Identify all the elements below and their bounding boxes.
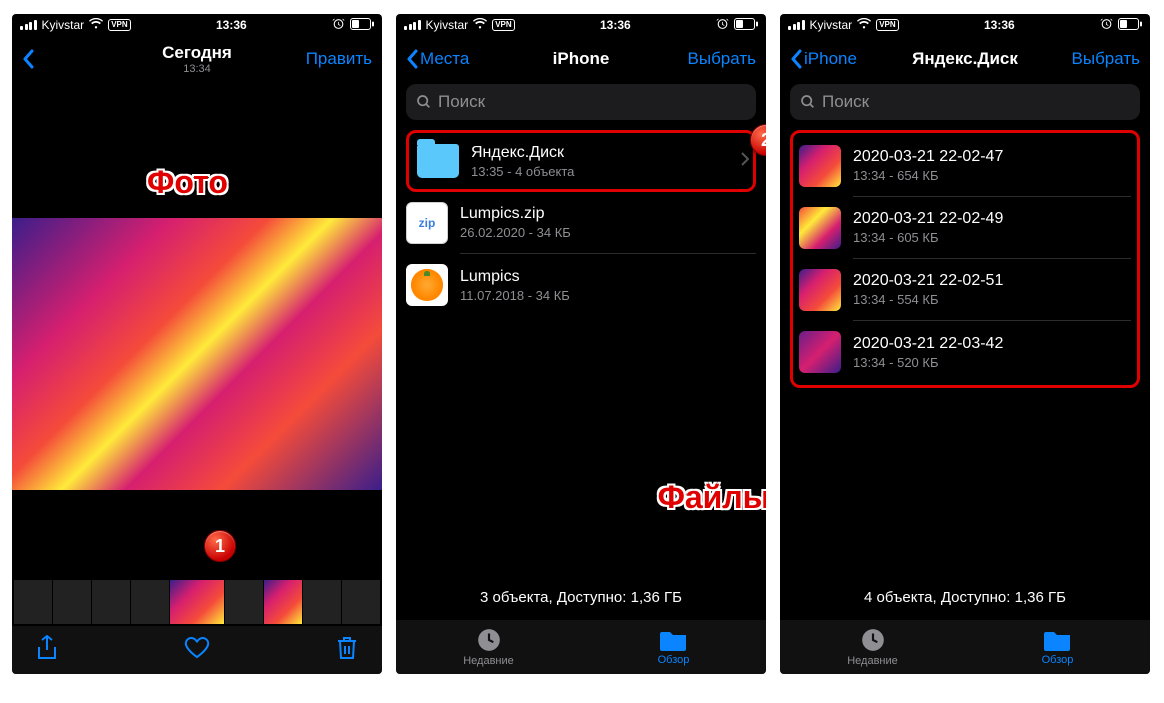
alarm-icon <box>716 17 729 33</box>
image-thumbnail <box>799 331 841 373</box>
clock-icon <box>476 627 502 653</box>
tab-browse[interactable]: Обзор <box>965 620 1150 674</box>
file-name: Lumpics.zip <box>460 205 756 223</box>
tab-browse[interactable]: Обзор <box>581 620 766 674</box>
nav-bar: Сегодня 13:34 Править <box>12 36 382 82</box>
file-row[interactable]: 2020-03-21 22-02-51 13:34 - 554 КБ <box>799 259 1131 321</box>
status-bar: Kyivstar VPN 13:36 <box>780 14 1150 36</box>
file-meta: 13:34 - 654 КБ <box>853 168 1131 183</box>
search-icon <box>800 94 816 110</box>
file-row[interactable]: 2020-03-21 22-02-49 13:34 - 605 КБ <box>799 197 1131 259</box>
file-name: 2020-03-21 22-02-51 <box>853 272 1131 290</box>
search-input[interactable]: Поиск <box>406 84 756 120</box>
storage-summary: 3 объекта, Доступно: 1,36 ГБ <box>396 579 766 620</box>
select-button[interactable]: Выбрать <box>688 49 756 69</box>
edit-button[interactable]: Править <box>306 49 372 69</box>
wifi-icon <box>857 18 871 32</box>
vpn-badge: VPN <box>492 19 514 31</box>
carrier-label: Kyivstar <box>42 18 85 32</box>
tab-recent[interactable]: Недавние <box>396 620 581 674</box>
back-label: Места <box>420 49 469 69</box>
file-meta: 26.02.2020 - 34 КБ <box>460 225 756 240</box>
carrier-label: Kyivstar <box>426 18 469 32</box>
wifi-icon <box>473 18 487 32</box>
search-placeholder: Поиск <box>438 92 485 112</box>
file-name: 2020-03-21 22-02-49 <box>853 210 1131 228</box>
vpn-badge: VPN <box>876 19 898 31</box>
photo-thumbnail-strip[interactable] <box>12 578 382 626</box>
image-thumbnail <box>799 269 841 311</box>
search-placeholder: Поиск <box>822 92 869 112</box>
file-meta: 13:34 - 520 КБ <box>853 355 1131 370</box>
file-meta: 13:35 - 4 объекта <box>471 164 745 179</box>
file-name: Яндекс.Диск <box>471 144 745 162</box>
file-meta: 13:34 - 605 КБ <box>853 230 1131 245</box>
clock: 13:36 <box>216 18 247 32</box>
alarm-icon <box>1100 17 1113 33</box>
file-row[interactable]: zip Lumpics.zip 26.02.2020 - 34 КБ <box>406 192 756 254</box>
clock: 13:36 <box>600 18 631 32</box>
chevron-right-icon <box>741 152 749 171</box>
tab-bar: Недавние Обзор <box>780 620 1150 674</box>
share-icon[interactable] <box>36 635 58 666</box>
file-name: 2020-03-21 22-03-42 <box>853 335 1131 353</box>
back-button[interactable]: iPhone <box>790 49 965 69</box>
zip-icon: zip <box>406 202 448 244</box>
file-list: Яндекс.Диск 13:35 - 4 объекта zip Lumpic… <box>396 130 766 579</box>
signal-icon <box>788 20 805 30</box>
screen-photos: Kyivstar VPN 13:36 Сегодня 13:34 Править <box>12 14 382 674</box>
carrier-label: Kyivstar <box>810 18 853 32</box>
image-thumbnail <box>799 145 841 187</box>
screen-files-iphone: Kyivstar VPN 13:36 Места iPhone Выбрать … <box>396 14 766 674</box>
search-input[interactable]: Поиск <box>790 84 1140 120</box>
clock: 13:36 <box>984 18 1015 32</box>
photo-main[interactable] <box>12 218 382 490</box>
trash-icon[interactable] <box>336 635 358 666</box>
battery-icon <box>734 18 758 33</box>
clock-icon <box>860 627 886 653</box>
status-bar: Kyivstar VPN 13:36 <box>396 14 766 36</box>
vpn-badge: VPN <box>108 19 130 31</box>
file-meta: 13:34 - 554 КБ <box>853 292 1131 307</box>
back-label: iPhone <box>804 49 857 69</box>
nav-bar: iPhone Яндекс.Диск Выбрать <box>780 36 1150 82</box>
image-thumbnail <box>799 207 841 249</box>
nav-bar: Места iPhone Выбрать <box>396 36 766 82</box>
back-button[interactable] <box>22 49 197 69</box>
folder-icon <box>1044 628 1072 652</box>
photo-toolbar <box>12 626 382 674</box>
search-icon <box>416 94 432 110</box>
battery-icon <box>1118 18 1142 33</box>
alarm-icon <box>332 17 345 33</box>
back-button[interactable]: Места <box>406 49 581 69</box>
photo-viewer[interactable] <box>12 82 382 626</box>
status-bar: Kyivstar VPN 13:36 <box>12 14 382 36</box>
annotation-badge-1: 1 <box>204 530 236 562</box>
screen-files-yandex: Kyivstar VPN 13:36 iPhone Яндекс.Диск Вы… <box>780 14 1150 674</box>
file-row[interactable]: Lumpics 11.07.2018 - 34 КБ <box>406 254 756 316</box>
select-button[interactable]: Выбрать <box>1072 49 1140 69</box>
file-row-yandex-disk[interactable]: Яндекс.Диск 13:35 - 4 объекта <box>406 130 756 192</box>
storage-summary: 4 объекта, Доступно: 1,36 ГБ <box>780 579 1150 620</box>
tab-recent[interactable]: Недавние <box>780 620 965 674</box>
app-icon <box>406 264 448 306</box>
file-row[interactable]: 2020-03-21 22-03-42 13:34 - 520 КБ <box>799 321 1131 383</box>
tab-bar: Недавние Обзор <box>396 620 766 674</box>
folder-icon <box>417 144 459 178</box>
file-list: 2020-03-21 22-02-47 13:34 - 654 КБ 2020-… <box>780 130 1150 579</box>
signal-icon <box>20 20 37 30</box>
file-name: Lumpics <box>460 268 756 286</box>
heart-icon[interactable] <box>184 636 210 665</box>
battery-icon <box>350 18 374 33</box>
signal-icon <box>404 20 421 30</box>
wifi-icon <box>89 18 103 32</box>
folder-icon <box>660 628 688 652</box>
file-name: 2020-03-21 22-02-47 <box>853 148 1131 166</box>
file-row[interactable]: 2020-03-21 22-02-47 13:34 - 654 КБ <box>799 135 1131 197</box>
file-meta: 11.07.2018 - 34 КБ <box>460 288 756 303</box>
